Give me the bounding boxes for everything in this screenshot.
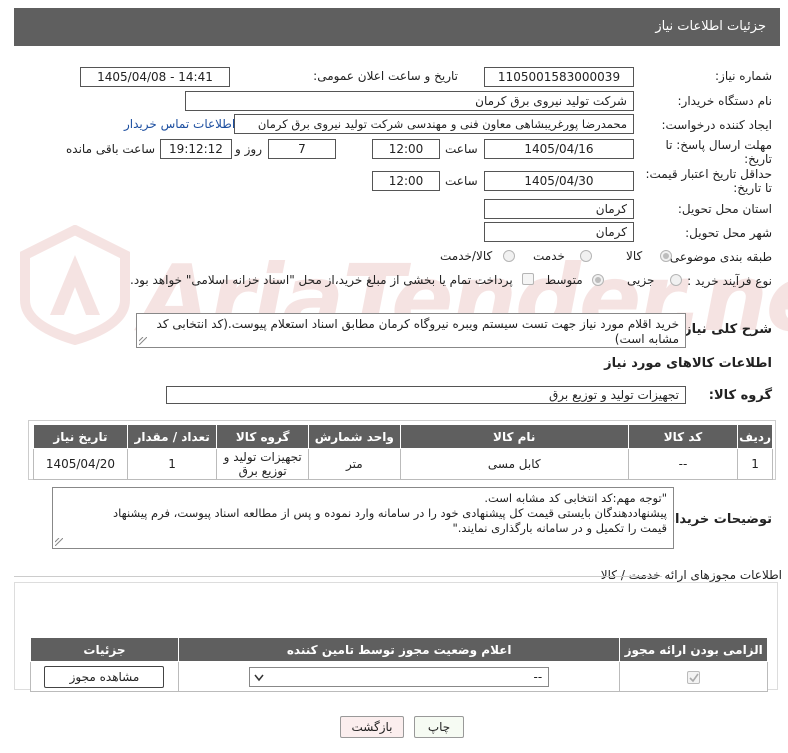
buyer-label: نام دستگاه خریدار: xyxy=(677,94,773,108)
process-minor-radio[interactable] xyxy=(670,274,682,286)
validity-date-field: 1405/04/30 xyxy=(484,171,634,191)
announce-field: 1405/04/08 - 14:41 xyxy=(80,67,230,87)
days-label: روز و xyxy=(235,142,262,156)
chevron-down-icon xyxy=(254,674,264,681)
license-status-value: -- xyxy=(533,669,543,684)
deadline-time-label: ساعت xyxy=(445,142,478,156)
payment-checkbox[interactable] xyxy=(522,273,534,285)
buyer-notes-line-1: "توجه مهم:کد انتخابی کد مشابه است. xyxy=(484,491,667,505)
description-label: شرح کلی نیاز: xyxy=(678,322,772,337)
cell-unit: متر xyxy=(307,448,401,480)
process-medium-label: متوسط xyxy=(545,273,583,287)
remaining-time-field: 19:12:12 xyxy=(160,139,232,159)
process-medium-radio[interactable] xyxy=(592,274,604,286)
goods-table: ردیف کد کالا نام کالا واحد شمارش گروه کا… xyxy=(33,424,773,480)
col-unit: واحد شمارش xyxy=(307,424,401,449)
validity-time-field: 12:00 xyxy=(372,171,440,191)
licenses-section-title: اطلاعات مجوزهای ارائه خدمت / کالا xyxy=(600,568,782,582)
resize-grip-icon xyxy=(139,337,147,345)
creator-label: ایجاد کننده درخواست: xyxy=(661,118,772,132)
buyer-notes-line-2: پیشنهاددهندگان بایستی قیمت کل پیشنهادی خ… xyxy=(113,506,667,520)
goods-section-title: اطلاعات کالاهای مورد نیاز xyxy=(604,356,772,371)
category-service-label: خدمت xyxy=(533,249,565,263)
licenses-divider xyxy=(14,576,662,577)
back-button[interactable]: بازگشت xyxy=(340,716,404,738)
validity-label-2: تا تاریخ: xyxy=(733,181,772,195)
col-group: گروه کالا xyxy=(216,424,309,449)
page-title: جزئیات اطلاعات نیاز xyxy=(655,19,766,34)
goods-group-label: گروه کالا: xyxy=(708,388,772,403)
validity-label-1: حداقل تاریخ اعتبار قیمت: xyxy=(645,167,772,181)
payment-note: پرداخت تمام یا بخشی از مبلغ خرید،از محل … xyxy=(130,273,513,287)
col-license-status: اعلام وضعیت مجوز توسط تامین کننده xyxy=(177,637,621,662)
deadline-time-field: 12:00 xyxy=(372,139,440,159)
cell-name: کابل مسی xyxy=(399,448,629,480)
cell-quantity: 1 xyxy=(126,448,218,480)
checkmark-icon xyxy=(689,673,699,682)
deadline-label-2: تاریخ: xyxy=(744,152,772,166)
col-code: کد کالا xyxy=(627,424,739,449)
col-row: ردیف xyxy=(737,424,773,449)
col-license-required: الزامی بودن ارائه مجوز xyxy=(619,637,768,662)
announce-label: تاریخ و ساعت اعلان عمومی: xyxy=(313,69,458,83)
creator-field: محمدرضا پورغریبشاهی معاون فنی و مهندسی ش… xyxy=(234,114,634,134)
category-service-radio[interactable] xyxy=(580,250,592,262)
contact-buyer-link[interactable]: اطلاعات تماس خریدار xyxy=(124,117,235,131)
cell-license-required xyxy=(619,661,768,692)
cell-date: 1405/04/20 xyxy=(33,448,128,480)
category-both-radio[interactable] xyxy=(503,250,515,262)
cell-group: تجهیزات تولید و توزیع برق xyxy=(216,448,309,480)
col-license-details: جزئیات xyxy=(30,637,179,662)
col-name: نام کالا xyxy=(399,424,629,449)
cell-row: 1 xyxy=(737,448,773,480)
license-status-select[interactable]: -- xyxy=(249,666,550,687)
buyer-notes-label: توضیحات خریدار: xyxy=(662,512,772,527)
need-number-field: 1105001583000039 xyxy=(484,67,634,87)
need-number-label: شماره نیاز: xyxy=(715,69,772,83)
deadline-label-1: مهلت ارسال پاسخ: تا xyxy=(665,138,772,152)
province-field: کرمان xyxy=(484,199,634,219)
description-text: خرید اقلام مورد نیاز جهت تست سیستم ویبره… xyxy=(156,317,679,346)
col-date: تاریخ نیاز xyxy=(33,424,128,449)
deadline-date-field: 1405/04/16 xyxy=(484,139,634,159)
goods-group-field: تجهیزات تولید و توزیع برق xyxy=(166,386,686,404)
city-field: کرمان xyxy=(484,222,634,242)
buyer-notes-line-3: قیمت را تکمیل و در سامانه بارگذاری نماین… xyxy=(452,521,667,535)
process-minor-label: جزیی xyxy=(627,273,655,287)
cell-license-status: -- xyxy=(177,661,621,692)
category-goods-radio[interactable] xyxy=(660,250,672,262)
validity-time-label: ساعت xyxy=(445,174,478,188)
province-label: استان محل تحویل: xyxy=(677,202,772,216)
licenses-table: الزامی بودن ارائه مجوز اعلام وضعیت مجوز … xyxy=(30,637,768,692)
cell-license-details: مشاهده مجوز xyxy=(30,661,179,692)
days-field: 7 xyxy=(268,139,336,159)
category-label: طبقه بندی موضوعی: xyxy=(665,250,772,264)
description-textarea: خرید اقلام مورد نیاز جهت تست سیستم ویبره… xyxy=(136,313,686,348)
cell-code: -- xyxy=(627,448,739,480)
table-row: -- مشاهده مجوز xyxy=(30,661,768,692)
city-label: شهر محل تحویل: xyxy=(685,226,772,240)
print-button[interactable]: چاپ xyxy=(414,716,464,738)
watermark-logo-icon xyxy=(20,225,130,345)
page-header: جزئیات اطلاعات نیاز xyxy=(14,8,780,46)
process-label: نوع فرآیند خرید : xyxy=(687,274,772,288)
buyer-notes-textarea: "توجه مهم:کد انتخابی کد مشابه است. پیشنه… xyxy=(52,487,674,549)
remaining-label: ساعت باقی مانده xyxy=(66,142,156,156)
category-both-label: کالا/خدمت xyxy=(440,249,493,263)
resize-grip-icon xyxy=(55,538,63,546)
license-required-checkbox[interactable] xyxy=(687,670,701,684)
buyer-field: شرکت تولید نیروی برق کرمان xyxy=(185,91,634,111)
table-row: 1 -- کابل مسی متر تجهیزات تولید و توزیع … xyxy=(33,448,773,480)
category-goods-label: کالا xyxy=(626,249,643,263)
col-quantity: تعداد / مقدار xyxy=(126,424,218,449)
view-license-button[interactable]: مشاهده مجوز xyxy=(44,665,165,688)
